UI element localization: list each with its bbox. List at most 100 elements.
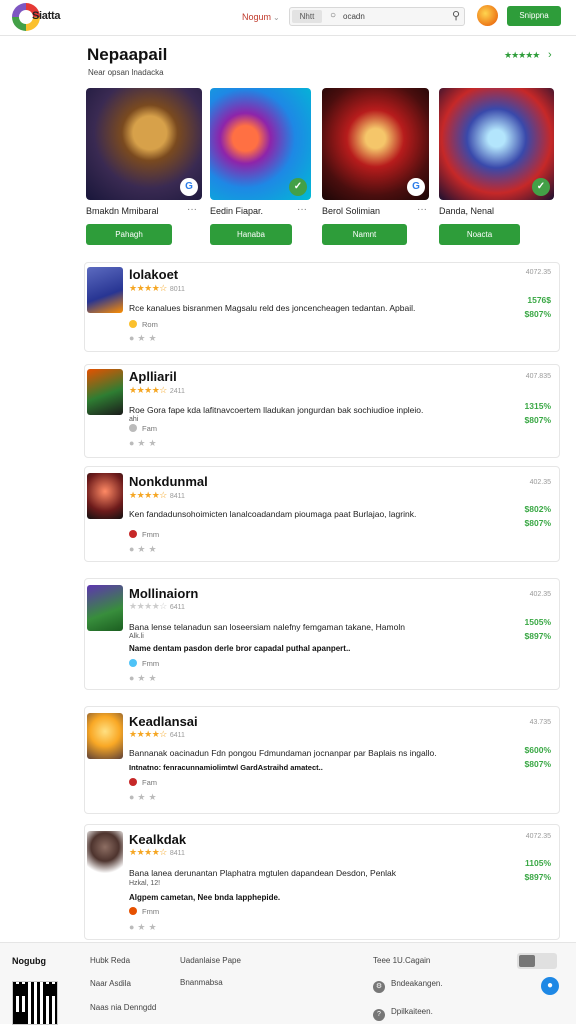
search-input[interactable]: ocadn xyxy=(343,12,365,21)
featured-action-button[interactable]: Hanaba xyxy=(210,224,292,245)
item-developer: Rom xyxy=(129,320,158,329)
list-item[interactable]: Kealkdak ★★★★☆ 8411 Bana lanea derunantan… xyxy=(84,824,560,940)
rating-stars: ★★★★☆ 2411 xyxy=(129,385,185,396)
list-item[interactable]: Mollinaiorn ★★★★☆ 6411 Bana lense telanad… xyxy=(84,578,560,690)
location-pin-icon[interactable]: ● xyxy=(541,977,559,995)
item-description: Rce kanalues bisranmen Magsalu reld des … xyxy=(129,303,416,313)
footer-link[interactable]: ? Dpilkaiteen. xyxy=(373,1007,433,1021)
developer-icon xyxy=(129,659,137,667)
item-title[interactable]: Aplliaril xyxy=(129,369,177,384)
item-description: Roe Gora fape kda lafitnavcoertem lladuk… xyxy=(129,405,424,415)
item-title[interactable]: Nonkdunmal xyxy=(129,474,208,489)
app-thumbnail-image[interactable] xyxy=(87,831,123,877)
item-highlight: Algpem cametan, Nee bnda lapphepide. xyxy=(129,893,281,902)
verified-badge-icon: ✓ xyxy=(532,178,550,196)
rating-stars-text: ★★★★☆ xyxy=(129,601,167,611)
app-thumbnail-image[interactable] xyxy=(87,713,123,759)
list-item[interactable]: Aplliaril ★★★★☆ 2411 Roe Gora fape kda la… xyxy=(84,364,560,458)
featured-name[interactable]: Danda, Nenal xyxy=(439,206,494,216)
mini-rating-icon: ●★★ xyxy=(129,438,160,448)
game-artwork-image[interactable]: G xyxy=(86,88,202,200)
footer-link[interactable]: Teee 1U.Cagain xyxy=(373,956,430,965)
item-description: Bannanak oacinadun Fdn pongou Fdmundaman… xyxy=(129,748,437,758)
game-artwork-image[interactable]: ✓ xyxy=(439,88,554,200)
top-bar: Siatta Nogum ⌄ Nhtt ○ ocadn ⚲ Snippna xyxy=(0,0,576,36)
item-description: Ken fandadunsohoimicten lanalcoadandam p… xyxy=(129,509,417,519)
list-item[interactable]: Nonkdunmal ★★★★☆ 8411 Ken fandadunsohoimi… xyxy=(84,466,560,562)
featured-action-button[interactable]: Namnt xyxy=(322,224,407,245)
item-description: Bana lense telanadun san loseersiam nale… xyxy=(129,622,405,632)
more-options-icon[interactable]: ··· xyxy=(417,204,427,215)
rating-count: 8411 xyxy=(169,850,185,857)
list-item[interactable]: lolakoet ★★★★☆ 8011 Rce kanalues bisranme… xyxy=(84,262,560,352)
footer-link[interactable]: Naas nia Denngdd xyxy=(90,1003,156,1012)
qr-code-image[interactable] xyxy=(12,981,58,1025)
more-options-icon[interactable]: ··· xyxy=(297,204,307,215)
item-title[interactable]: Mollinaiorn xyxy=(129,586,198,601)
developer-icon xyxy=(129,907,137,915)
game-artwork-image[interactable]: ✓ xyxy=(210,88,311,200)
item-highlight: Name dentam pasdon derle bror capadal pu… xyxy=(129,644,351,653)
featured-name[interactable]: Bmakdn Mmibaral xyxy=(86,206,159,216)
item-title[interactable]: lolakoet xyxy=(129,267,178,282)
chevron-right-icon[interactable]: › xyxy=(548,49,552,61)
section-title: Nepaapail xyxy=(87,45,168,64)
footer-link[interactable]: Uadanlaise Pape xyxy=(180,956,241,965)
item-price-secondary: $807% xyxy=(524,415,551,425)
user-avatar[interactable] xyxy=(477,5,498,26)
featured-name[interactable]: Berol Solimian xyxy=(322,206,380,216)
platform-badge-icon: G xyxy=(407,178,425,196)
rating-count: 6411 xyxy=(169,732,185,739)
item-price-primary: 1505% xyxy=(524,617,551,627)
mini-rating-icon: ●★★ xyxy=(129,544,160,554)
featured-card[interactable]: G Berol Solimian ··· Namnt xyxy=(322,88,442,245)
footer-link-label: Bndeakangen. xyxy=(391,979,443,988)
more-options-icon[interactable]: ··· xyxy=(187,204,197,215)
footer-link[interactable]: ⚙ Bndeakangen. xyxy=(373,979,443,993)
search-submit-icon[interactable]: ⚲ xyxy=(452,9,460,22)
game-artwork-image[interactable]: G xyxy=(322,88,429,200)
app-thumbnail-image[interactable] xyxy=(87,267,123,313)
item-price-secondary: $897% xyxy=(524,631,551,641)
app-thumbnail-image[interactable] xyxy=(87,369,123,415)
nav-dropdown[interactable]: Nogum ⌄ xyxy=(242,12,280,22)
item-description: Bana lanea derunantan Plaphatra mgtulen … xyxy=(129,868,397,878)
featured-action-button[interactable]: Noacta xyxy=(439,224,520,245)
footer-link[interactable]: Naar Asdila xyxy=(90,979,131,988)
featured-card[interactable]: G Bmakdn Mmibaral ··· Pahagh xyxy=(86,88,206,245)
item-price-primary: 1105% xyxy=(525,858,551,868)
item-meta: 4072.35 xyxy=(525,833,551,840)
help-icon: ? xyxy=(373,1009,385,1021)
signin-button[interactable]: Snippna xyxy=(507,6,561,26)
brand-name[interactable]: Siatta xyxy=(32,10,60,22)
item-meta: 402.35 xyxy=(529,591,551,598)
item-title[interactable]: Keadlansai xyxy=(129,714,198,729)
app-thumbnail-image[interactable] xyxy=(87,473,123,519)
footer: Nogubg Hubk Reda Naar Asdila Naas nia De… xyxy=(0,942,576,1025)
item-price-primary: $600% xyxy=(524,745,551,755)
footer-link-label: Dpilkaiteen. xyxy=(391,1007,433,1016)
item-price-primary: 1315% xyxy=(524,401,551,411)
featured-name[interactable]: Eedin Fiapar. xyxy=(210,206,263,216)
app-thumbnail-image[interactable] xyxy=(87,585,123,631)
rating-stars-text: ★★★★☆ xyxy=(129,847,167,857)
item-price-secondary: $897% xyxy=(524,872,551,882)
footer-link[interactable]: Bnanmabsa xyxy=(180,978,223,987)
mini-rating-icon: ●★★ xyxy=(129,922,160,932)
item-price-primary: $802% xyxy=(524,504,551,514)
featured-card[interactable]: ✓ Eedin Fiapar. ··· Hanaba xyxy=(210,88,330,245)
item-title[interactable]: Kealkdak xyxy=(129,832,186,847)
list-item[interactable]: Keadlansai ★★★★☆ 6411 Bannanak oacinadun … xyxy=(84,706,560,814)
rating-stars-text: ★★★★☆ xyxy=(129,385,167,395)
developer-name: Fmm xyxy=(142,659,160,668)
chevron-down-icon: ⌄ xyxy=(273,13,280,22)
featured-card[interactable]: ✓ Danda, Nenal Noacta xyxy=(439,88,559,245)
featured-action-button[interactable]: Pahagh xyxy=(86,224,172,245)
rating-stars-text: ★★★★☆ xyxy=(129,490,167,500)
footer-link[interactable]: Hubk Reda xyxy=(90,956,130,965)
developer-name: Rom xyxy=(142,320,158,329)
search-scope-tag[interactable]: Nhtt xyxy=(292,10,322,23)
theme-toggle[interactable] xyxy=(517,953,557,969)
item-developer: Fmm xyxy=(129,907,159,916)
search-bar[interactable]: Nhtt ○ ocadn ⚲ xyxy=(289,7,465,26)
